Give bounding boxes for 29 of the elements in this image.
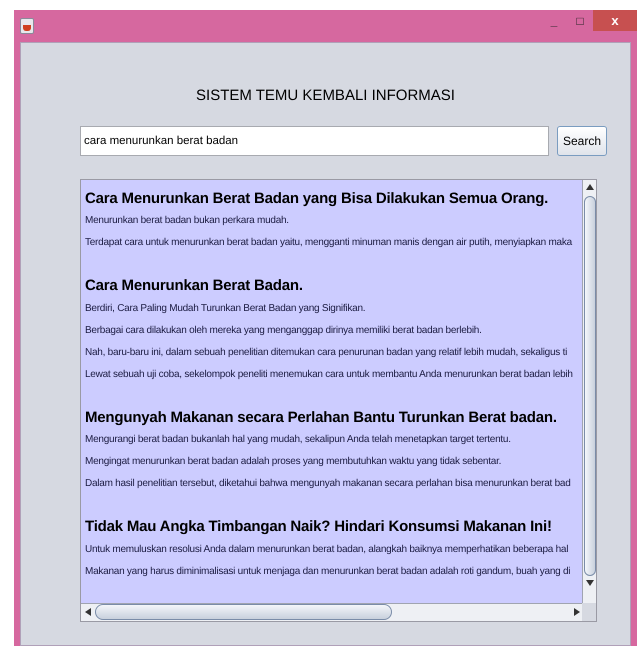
minimize-button[interactable]: _ [541,10,567,31]
result-line: Makanan yang harus diminimalisasi untuk menjaga dan menurunkan berat badan adalah roti gandum, buah yang di [85,564,570,578]
result-heading: Cara Menurunkan Berat Badan yang Bisa Dilakukan Semua Orang. [85,188,548,208]
horizontal-scrollbar[interactable] [81,602,584,620]
scroll-down-icon[interactable] [586,580,594,586]
scroll-up-icon[interactable] [586,184,594,190]
result-line: Terdapat cara untuk menurunkan berat badan yaitu, mengganti minuman manis dengan air putih, menyiapkan maka [85,236,572,249]
search-field[interactable]: cara menurunkan berat badan [80,126,549,156]
app-title: SISTEM TEMU KEMBALI INFORMASI [195,86,456,106]
result-line: Dalam hasil penelitian tersebut, diketahui bahwa mengunyah makanan secara perlahan bisa menurunkan berat bad [85,477,571,490]
result-heading: Mengunyah Makanan secara Perlahan Bantu Turunkan Berat badan. [85,408,557,428]
scroll-thumb[interactable] [584,196,596,576]
result-line: Mengurangi berat badan bukanlah hal yang mudah, sekalipun Anda telah menetapkan target tertentu. [85,433,511,446]
close-button[interactable]: x [593,10,637,31]
result-line: Untuk memuluskan resolusi Anda dalam menurunkan berat badan, alangkah baiknya memperhatikan beberapa hal [85,542,568,556]
scrollbar-corner [582,602,596,620]
result-line: Berbagai cara dilakukan oleh mereka yang menganggap dirinya memiliki berat badan berlebih. [85,324,482,336]
result-heading: Cara Menurunkan Berat Badan. [85,276,303,296]
result-line: Mengingat menurunkan berat badan adalah proses yang membutuhkan waktu yang tidak sebentar. [85,455,502,468]
app-icon [20,18,34,34]
vertical-scrollbar[interactable] [582,180,596,604]
result-line: Menurunkan berat badan bukan perkara mudah. [85,214,289,227]
result-line: Berdiri, Cara Paling Mudah Turunkan Berat Badan yang Signifikan. [85,302,366,314]
maximize-button[interactable]: □ [567,10,593,31]
result-line: Lewat sebuah uji coba, sekelompok peneliti menemukan cara untuk membantu Anda menurunkan berat badan lebih [85,368,573,380]
scroll-thumb[interactable] [95,604,392,620]
result-line: Nah, baru-baru ini, dalam sebuah penelitian ditemukan cara penurunan badan yang relatif lebih mudah, sekaligus ti [85,346,568,358]
result-heading: Tidak Mau Angka Timbangan Naik? Hindari Konsumsi Makanan Ini! [85,517,552,537]
search-button[interactable]: Search [557,126,607,156]
